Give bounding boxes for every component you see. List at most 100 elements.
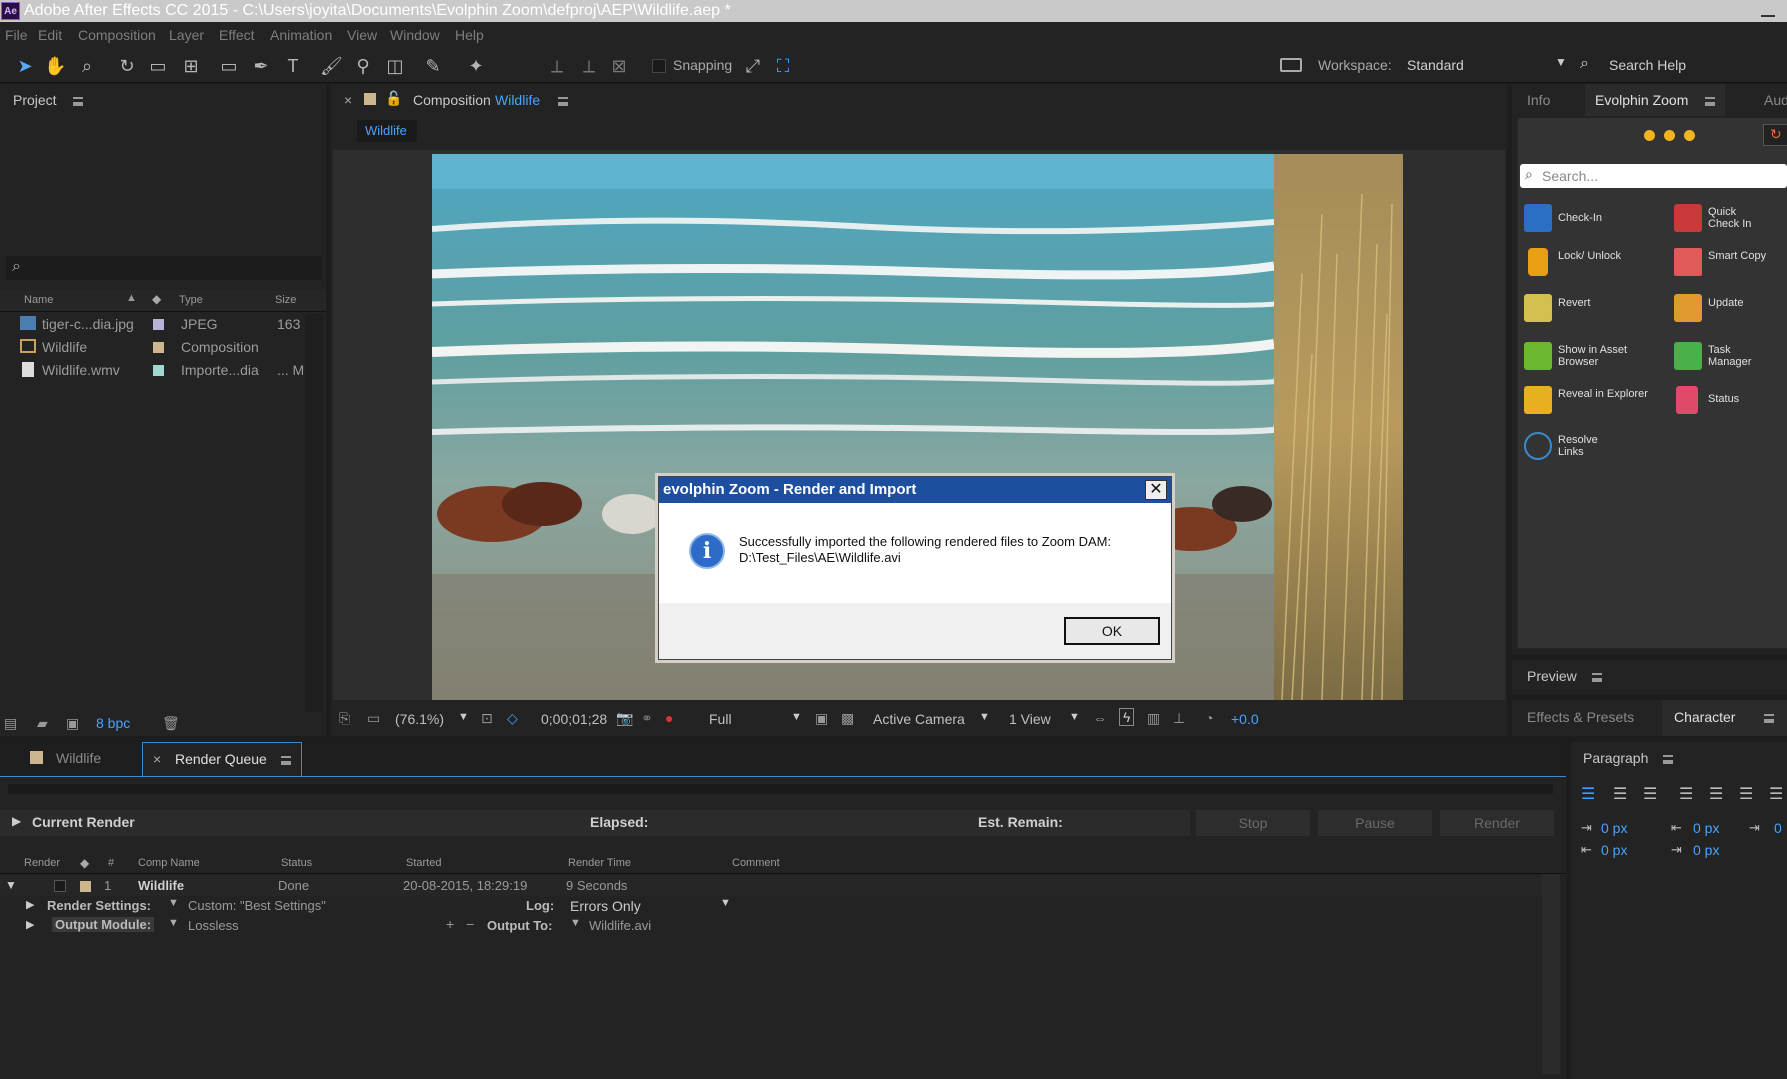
label-color-swatch[interactable] [153,365,164,376]
render-item-row[interactable]: ▼ 1 Wildlife Done 20-08-2015, 18:29:19 9… [0,876,1560,896]
minimize-button[interactable] [1761,3,1775,17]
roto-brush-tool-icon[interactable]: ✎ [422,55,444,77]
align-left-icon[interactable]: ☰ [1581,784,1595,804]
tab-evolphin-zoom[interactable]: Evolphin Zoom [1585,84,1725,116]
label-color-swatch[interactable] [153,342,164,353]
monitor-icon[interactable]: ▭ [367,710,380,727]
column-size[interactable]: Size [275,294,296,306]
snap-features-icon[interactable]: ⛶ [772,55,794,77]
smart-copy-button[interactable]: Smart Copy [1674,248,1787,282]
exposure-value[interactable]: +0.0 [1231,711,1259,727]
rotate-tool-icon[interactable]: ↻ [116,55,138,77]
trash-icon[interactable]: 🗑 [162,715,180,732]
close-icon[interactable]: × [153,751,161,767]
check-in-button[interactable]: Check-In [1524,204,1674,238]
zoom-panel-menu-icon[interactable] [1705,97,1715,106]
workspace-select[interactable]: Standard [1407,57,1464,73]
dialog-close-button[interactable]: ✕ [1145,480,1167,500]
lock-unlock-button[interactable]: Lock/ Unlock [1524,248,1674,282]
lock-icon[interactable]: 🔓 [385,90,402,107]
menu-animation[interactable]: Animation [270,27,332,43]
task-manager-button[interactable]: Task Manager [1674,342,1787,376]
hand-tool-icon[interactable]: ✋ [44,55,66,77]
project-menu-icon[interactable] [73,97,83,106]
tab-info[interactable]: Info [1527,92,1550,108]
col-comp-name[interactable]: Comp Name [138,857,200,869]
reveal-in-explorer-button[interactable]: Reveal in Explorer [1524,386,1674,420]
comp-subtab[interactable]: Wildlife [357,120,417,142]
render-settings-dropdown-icon[interactable]: ▼ [168,897,179,909]
camera-tool-icon[interactable]: ▭ [147,55,169,77]
preview-tab[interactable]: Preview [1527,668,1577,684]
tab-wildlife-timeline[interactable]: Wildlife [56,750,101,766]
character-menu-icon[interactable] [1764,714,1774,723]
always-preview-icon[interactable]: ⎘ [339,710,350,727]
world-axis-icon[interactable]: ⟂ [578,55,600,77]
new-composition-icon[interactable]: ▣ [66,715,79,732]
snapping-checkbox[interactable] [652,59,666,73]
label-color-swatch[interactable] [80,881,91,892]
zoom-dropdown-icon[interactable]: ▼ [458,711,469,723]
project-tab[interactable]: Project [13,92,57,108]
menu-effect[interactable]: Effect [219,27,255,43]
expand-icon[interactable]: ▶ [26,918,34,931]
brush-tool-icon[interactable]: 🖌 [320,55,343,77]
search-help-input[interactable]: Search Help [1609,57,1686,73]
composition-tab-name[interactable]: Wildlife [495,92,540,108]
status-button[interactable]: Status [1674,386,1787,420]
selection-tool-icon[interactable]: ➤ [14,55,36,77]
project-scrollbar[interactable] [305,314,323,720]
puppet-pin-tool-icon[interactable]: ✦ [465,55,487,77]
project-item[interactable]: tiger-c...dia.jpg JPEG 163 ⊥ [0,314,326,336]
indent-left-value[interactable]: 0 px [1601,820,1627,836]
paragraph-menu-icon[interactable] [1663,755,1673,764]
show-snapshot-icon[interactable]: ⚭ [641,710,653,727]
render-button[interactable]: Render [1440,810,1554,836]
camera-dropdown-icon[interactable]: ▼ [979,711,990,723]
col-status[interactable]: Status [281,857,312,869]
quick-check-in-button[interactable]: Quick Check In [1674,204,1787,238]
camera-select[interactable]: Active Camera [873,711,965,727]
column-name[interactable]: Name [24,294,53,306]
add-output-module-icon[interactable]: + [446,916,454,932]
menu-view[interactable]: View [347,27,377,43]
output-module-value[interactable]: Lossless [188,918,239,933]
snapshot-icon[interactable]: 📷 [616,710,633,727]
reset-exposure-icon[interactable]: ◔ [1205,710,1213,726]
resolve-links-button[interactable]: Resolve Links [1524,432,1674,466]
space-before-value[interactable]: 0 px [1693,820,1719,836]
view-layout-select[interactable]: 1 View [1009,711,1051,727]
remove-output-module-icon[interactable]: − [466,916,474,932]
resolution-dropdown-icon[interactable]: ▼ [791,711,802,723]
justify-left-icon[interactable]: ☰ [1679,784,1693,804]
toggle-pixel-aspect-icon[interactable]: ⇔ [1093,710,1107,726]
effects-presets-tab[interactable]: Effects & Presets [1527,709,1634,725]
col-render[interactable]: Render [24,857,60,869]
col-comment[interactable]: Comment [732,857,780,869]
menu-layer[interactable]: Layer [169,27,204,43]
expand-icon[interactable]: ▶ [12,814,21,828]
justify-right-icon[interactable]: ☰ [1739,784,1753,804]
workspace-dropdown-icon[interactable]: ▼ [1555,55,1567,69]
view-axis-icon[interactable]: ⊠ [608,55,630,77]
region-of-interest-icon[interactable]: ▣ [815,710,828,727]
view-dropdown-icon[interactable]: ▼ [1069,711,1080,723]
safe-margins-icon[interactable]: ⊡ [481,710,493,727]
local-axis-icon[interactable]: ⟂ [546,55,568,77]
col-started[interactable]: Started [406,857,441,869]
space-after-value[interactable]: 0 px [1693,842,1719,858]
interpret-footage-icon[interactable]: ▤ [4,715,17,732]
project-search-input[interactable]: ⌕ [6,256,322,280]
pan-behind-tool-icon[interactable]: ⊞ [180,55,202,77]
output-to-dropdown-icon[interactable]: ▼ [570,917,581,929]
transparency-grid-icon[interactable]: ▩ [841,710,854,727]
col-number[interactable]: # [108,857,114,869]
indent-first-value[interactable]: 0 [1774,820,1782,836]
revert-button[interactable]: Revert [1524,294,1674,328]
justify-center-icon[interactable]: ☰ [1709,784,1723,804]
project-item[interactable]: Wildlife Composition [0,337,326,359]
composition-menu-icon[interactable] [558,97,568,106]
log-dropdown-icon[interactable]: ▼ [720,897,731,909]
composition-tab-label[interactable]: Composition [413,92,491,108]
tab-render-queue[interactable]: × Render Queue [142,742,302,776]
